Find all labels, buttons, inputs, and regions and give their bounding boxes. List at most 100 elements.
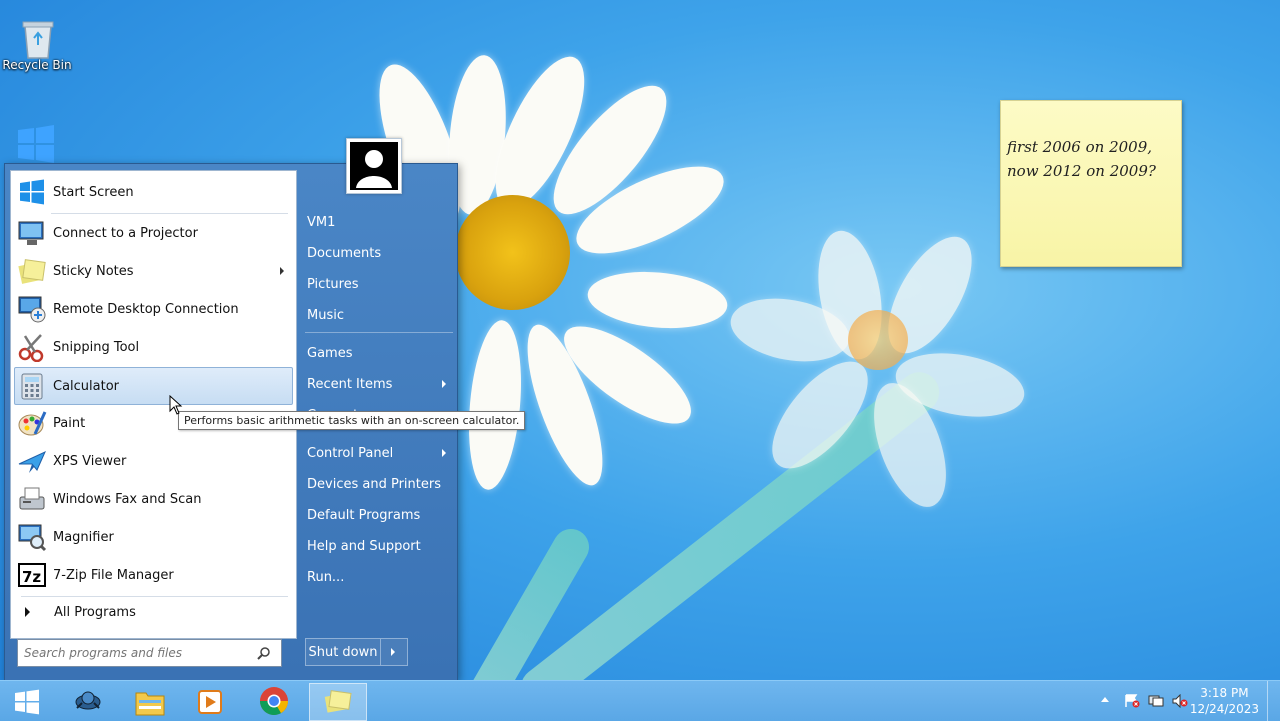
program-label: Magnifier <box>53 529 114 545</box>
program-xps-viewer[interactable]: XPS Viewer <box>15 443 292 479</box>
windows-logo-icon <box>17 177 47 207</box>
recycle-bin-icon <box>22 21 54 59</box>
system-clock[interactable]: 3:18 PM 12/24/2023 <box>1190 685 1259 717</box>
place-label: Recent Items <box>307 376 393 392</box>
projector-icon <box>17 218 47 248</box>
media-player-icon <box>198 690 222 714</box>
place-label: Help and Support <box>307 538 421 554</box>
show-hidden-icons-arrow-icon[interactable] <box>1101 697 1109 702</box>
recycle-bin-desktop-icon[interactable]: Recycle Bin <box>2 8 72 76</box>
program-connect-to-projector[interactable]: Connect to a Projector <box>15 215 292 251</box>
place-label: Control Panel <box>307 445 394 461</box>
svg-text:7z: 7z <box>22 568 41 586</box>
start-screen-shortcut-icon[interactable] <box>16 124 56 164</box>
music-link[interactable]: Music <box>307 302 452 328</box>
place-label: Devices and Printers <box>307 476 441 492</box>
windows-logo-icon <box>18 125 54 163</box>
separator <box>51 213 288 214</box>
sticky-notes-icon <box>324 690 352 713</box>
shutdown-options-button[interactable] <box>381 638 408 666</box>
network-status-icon[interactable] <box>1148 694 1164 708</box>
show-desktop-button[interactable] <box>1267 681 1280 721</box>
fax-icon <box>17 484 47 514</box>
program-label: Windows Fax and Scan <box>53 491 202 507</box>
mouse-cursor-icon <box>169 395 183 415</box>
action-center-flag-icon[interactable] <box>1124 694 1140 708</box>
volume-muted-icon[interactable] <box>1172 694 1188 708</box>
place-label: Default Programs <box>307 507 421 523</box>
program-label: Remote Desktop Connection <box>53 301 239 317</box>
taskbar-app-media-player[interactable] <box>182 683 238 719</box>
sticky-notes-icon <box>17 256 47 286</box>
sticky-note[interactable]: first 2006 on 2009, now 2012 on 2009? <box>1000 100 1182 267</box>
place-label: Documents <box>307 245 382 261</box>
clock-time: 3:18 PM <box>1200 686 1249 700</box>
program-label: 7-Zip File Manager <box>53 567 174 583</box>
user-picture[interactable] <box>346 138 402 194</box>
search-box[interactable] <box>17 639 282 667</box>
program-7zip-file-manager[interactable]: 7z 7-Zip File Manager <box>15 557 292 593</box>
7zip-icon: 7z <box>17 560 47 590</box>
user-folder-vm1[interactable]: VM1 <box>307 209 452 235</box>
arrow-right-icon <box>25 607 30 617</box>
taskbar-app-file-explorer[interactable] <box>122 683 178 719</box>
magnifier-icon <box>17 522 47 552</box>
calculator-tooltip: Performs basic arithmetic tasks with an … <box>178 411 526 430</box>
program-remote-desktop[interactable]: Remote Desktop Connection <box>15 291 292 327</box>
default-programs-link[interactable]: Default Programs <box>307 502 452 528</box>
program-label: Snipping Tool <box>53 339 140 355</box>
place-label: Games <box>307 345 353 361</box>
program-windows-fax-and-scan[interactable]: Windows Fax and Scan <box>15 481 292 517</box>
shutdown-button[interactable]: Shut down <box>305 638 381 666</box>
devices-and-printers-link[interactable]: Devices and Printers <box>307 471 452 497</box>
place-label: Music <box>307 307 344 323</box>
games-link[interactable]: Games <box>307 340 452 366</box>
taskbar-app-chrome[interactable] <box>246 683 302 719</box>
taskbar: 3:18 PM 12/24/2023 <box>0 680 1280 721</box>
taskbar-app-sticky-notes[interactable] <box>309 683 367 721</box>
documents-link[interactable]: Documents <box>307 240 452 266</box>
submenu-arrow-icon <box>280 267 284 275</box>
all-programs-label: All Programs <box>54 604 136 620</box>
program-sticky-notes[interactable]: Sticky Notes <box>15 253 292 289</box>
xps-viewer-icon <box>17 446 47 476</box>
program-label: Paint <box>53 415 86 431</box>
recycle-bin-label: Recycle Bin <box>2 58 72 72</box>
place-label: Run... <box>307 569 345 585</box>
program-calculator[interactable]: Calculator <box>14 367 293 405</box>
program-start-screen[interactable]: Start Screen <box>15 174 292 210</box>
place-label: VM1 <box>307 214 336 230</box>
program-snipping-tool[interactable]: Snipping Tool <box>15 329 292 365</box>
place-label: Pictures <box>307 276 359 292</box>
separator <box>305 332 453 333</box>
programs-pane: Start Screen Connect to a Projector Stic… <box>10 170 297 639</box>
sticky-note-text[interactable]: first 2006 on 2009, now 2012 on 2009? <box>1007 135 1175 183</box>
program-label: Calculator <box>53 378 120 394</box>
run-link[interactable]: Run... <box>307 564 452 590</box>
program-magnifier[interactable]: Magnifier <box>15 519 292 555</box>
start-button[interactable] <box>0 683 54 719</box>
control-panel-link[interactable]: Control Panel <box>307 440 452 466</box>
search-icon[interactable] <box>256 645 272 661</box>
submenu-arrow-icon <box>442 449 446 457</box>
submenu-arrow-icon <box>442 380 446 388</box>
shutdown-group: Shut down <box>305 638 408 666</box>
network-app-icon <box>75 691 101 710</box>
user-avatar-icon <box>350 142 398 190</box>
all-programs-button[interactable]: All Programs <box>15 597 292 627</box>
program-label: Sticky Notes <box>53 263 134 279</box>
windows-logo-icon <box>15 689 39 715</box>
search-input[interactable] <box>22 645 256 661</box>
recent-items-link[interactable]: Recent Items <box>307 371 452 397</box>
chrome-icon <box>260 687 288 715</box>
program-label: Start Screen <box>53 184 134 200</box>
paint-palette-icon <box>17 408 47 438</box>
clock-date: 12/24/2023 <box>1189 702 1259 716</box>
scissors-icon <box>17 332 47 363</box>
taskbar-app-network[interactable] <box>60 683 116 719</box>
help-and-support-link[interactable]: Help and Support <box>307 533 452 559</box>
program-label: XPS Viewer <box>53 453 127 469</box>
folder-icon <box>135 692 165 716</box>
calculator-icon <box>17 371 47 401</box>
pictures-link[interactable]: Pictures <box>307 271 452 297</box>
